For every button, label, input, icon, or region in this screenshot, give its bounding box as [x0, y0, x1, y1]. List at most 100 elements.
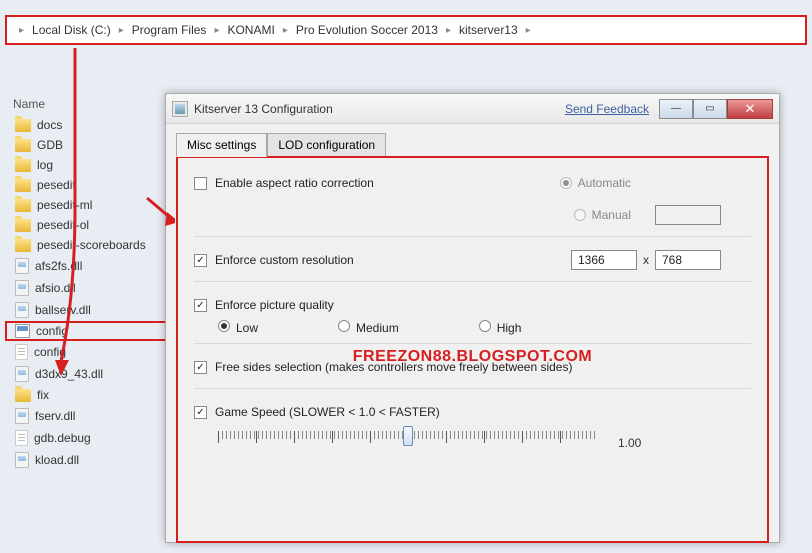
- file-item[interactable]: fserv.dll: [5, 405, 170, 427]
- chevron-right-icon: ▸: [17, 25, 26, 36]
- file-item[interactable]: afs2fs.dll: [5, 255, 170, 277]
- txt-icon: [15, 430, 28, 446]
- file-item[interactable]: pesedit-scoreboards: [5, 235, 170, 255]
- file-item-label: kload.dll: [35, 453, 79, 467]
- file-item-label: docs: [37, 118, 62, 132]
- times-symbol: x: [643, 253, 649, 267]
- dll-icon: [15, 280, 29, 296]
- file-item-label: d3dx9_43.dll: [35, 367, 103, 381]
- watermark: FREEZON88.BLOGSPOT.COM: [178, 348, 767, 366]
- file-item[interactable]: gdb.debug: [5, 427, 170, 449]
- file-item-label: pesedit-scoreboards: [37, 238, 146, 252]
- label-medium: Medium: [356, 321, 399, 335]
- file-item[interactable]: afsio.dll: [5, 277, 170, 299]
- label-manual: Manual: [592, 208, 631, 222]
- file-item[interactable]: GDB: [5, 135, 170, 155]
- label-high: High: [497, 321, 522, 335]
- file-item[interactable]: fix: [5, 385, 170, 405]
- chevron-right-icon: ▸: [444, 25, 453, 36]
- config-dialog: Kitserver 13 Configuration Send Feedback…: [165, 93, 780, 543]
- maximize-button[interactable]: ▭: [693, 99, 727, 119]
- folder-icon: [15, 179, 31, 192]
- file-item[interactable]: pesedit-ol: [5, 215, 170, 235]
- file-item-label: log: [37, 158, 53, 172]
- label-picture-quality: Enforce picture quality: [215, 298, 334, 312]
- file-item[interactable]: config: [5, 341, 170, 363]
- separator: [194, 388, 751, 389]
- minimize-button[interactable]: —: [659, 99, 693, 119]
- breadcrumb-item[interactable]: KONAMI: [221, 23, 280, 37]
- folder-icon: [15, 199, 31, 212]
- folder-icon: [15, 119, 31, 132]
- resolution-height-input[interactable]: [655, 250, 721, 270]
- file-item[interactable]: docs: [5, 115, 170, 135]
- txt-icon: [15, 344, 28, 360]
- file-item[interactable]: d3dx9_43.dll: [5, 363, 170, 385]
- label-aspect-ratio: Enable aspect ratio correction: [215, 176, 374, 190]
- checkbox-game-speed[interactable]: [194, 406, 207, 419]
- folder-icon: [15, 219, 31, 232]
- file-item-label: ballserv.dll: [35, 303, 91, 317]
- file-item-label: pesedit-ml: [37, 198, 92, 212]
- radio-quality-high[interactable]: [479, 320, 491, 332]
- file-item-label: config: [36, 324, 68, 338]
- column-header-name[interactable]: Name: [5, 93, 170, 115]
- file-item-label: pesedit: [37, 178, 76, 192]
- slider-thumb[interactable]: [403, 426, 413, 446]
- dll-icon: [15, 408, 29, 424]
- tab-misc-settings[interactable]: Misc settings: [176, 133, 267, 157]
- label-game-speed: Game Speed (SLOWER < 1.0 < FASTER): [215, 405, 440, 419]
- file-item[interactable]: kload.dll: [5, 449, 170, 471]
- tab-lod-configuration[interactable]: LOD configuration: [267, 133, 386, 157]
- radio-quality-medium[interactable]: [338, 320, 350, 332]
- dll-icon: [15, 302, 29, 318]
- game-speed-slider[interactable]: [218, 431, 598, 455]
- titlebar[interactable]: Kitserver 13 Configuration Send Feedback…: [166, 94, 779, 124]
- folder-icon: [15, 389, 31, 402]
- file-item-label: GDB: [37, 138, 63, 152]
- file-list-pane: Name docs GDB log pesedit pesedit-ml pesedit-…: [5, 93, 170, 471]
- chevron-right-icon: ▸: [117, 25, 126, 36]
- file-item-label: fix: [37, 388, 49, 402]
- breadcrumb-item[interactable]: kitserver13: [453, 23, 524, 37]
- radio-manual: [574, 209, 586, 221]
- separator: [194, 281, 751, 282]
- config-icon: [15, 324, 30, 338]
- file-item-label: pesedit-ol: [37, 218, 89, 232]
- file-item[interactable]: pesedit: [5, 175, 170, 195]
- file-item[interactable]: pesedit-ml: [5, 195, 170, 215]
- resolution-width-input[interactable]: [571, 250, 637, 270]
- dll-icon: [15, 258, 29, 274]
- file-item-label: afsio.dll: [35, 281, 76, 295]
- label-automatic: Automatic: [578, 176, 631, 190]
- chevron-right-icon: ▸: [212, 25, 221, 36]
- chevron-right-icon: ▸: [524, 25, 533, 36]
- separator: [194, 236, 751, 237]
- dll-icon: [15, 366, 29, 382]
- label-custom-resolution: Enforce custom resolution: [215, 253, 354, 267]
- breadcrumb-item[interactable]: Pro Evolution Soccer 2013: [290, 23, 444, 37]
- file-item[interactable]: config: [5, 321, 170, 341]
- breadcrumb-item[interactable]: Local Disk (C:): [26, 23, 117, 37]
- file-item-label: afs2fs.dll: [35, 259, 82, 273]
- radio-automatic: [560, 177, 572, 189]
- folder-icon: [15, 139, 31, 152]
- file-item-label: fserv.dll: [35, 409, 75, 423]
- label-low: Low: [236, 321, 258, 335]
- file-item[interactable]: log: [5, 155, 170, 175]
- radio-quality-low[interactable]: [218, 320, 230, 332]
- checkbox-picture-quality[interactable]: [194, 299, 207, 312]
- breadcrumb-bar[interactable]: ▸ Local Disk (C:) ▸ Program Files ▸ KONA…: [5, 15, 807, 45]
- folder-icon: [15, 239, 31, 252]
- breadcrumb-item[interactable]: Program Files: [126, 23, 213, 37]
- tab-strip: Misc settings LOD configuration: [166, 124, 779, 156]
- folder-icon: [15, 159, 31, 172]
- separator: [194, 343, 751, 344]
- file-item[interactable]: ballserv.dll: [5, 299, 170, 321]
- close-button[interactable]: ✕: [727, 99, 773, 119]
- file-item-label: gdb.debug: [34, 431, 91, 445]
- send-feedback-link[interactable]: Send Feedback: [565, 102, 649, 116]
- chevron-right-icon: ▸: [281, 25, 290, 36]
- checkbox-aspect-ratio[interactable]: [194, 177, 207, 190]
- checkbox-custom-resolution[interactable]: [194, 254, 207, 267]
